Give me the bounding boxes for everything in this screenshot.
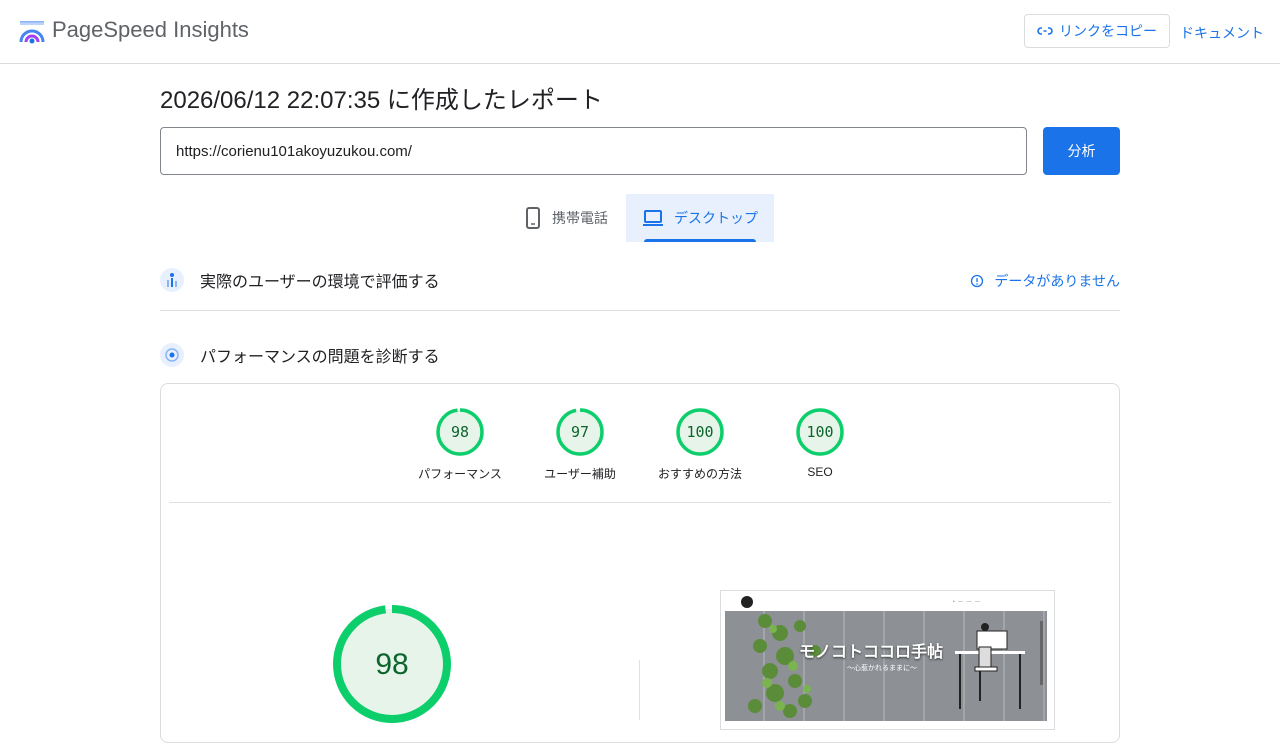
pagespeed-logo-icon[interactable] (18, 18, 46, 46)
no-data-link[interactable]: データがありません (970, 271, 1120, 291)
screenshot-header: • ― ― ― (721, 591, 1054, 611)
docs-link[interactable]: ドキュメント (1180, 23, 1264, 43)
score-gauge-best-practices[interactable]: 100 おすすめの方法 (640, 407, 760, 482)
screenshot-scrollbar (1040, 621, 1043, 685)
performance-main-gauge: 98 (333, 605, 451, 723)
score-value: 100 (686, 423, 713, 441)
card-divider (169, 502, 1111, 503)
score-gauge-performance[interactable]: 98 パフォーマンス (400, 407, 520, 482)
no-data-label: データがありません (994, 273, 1120, 289)
lighthouse-icon (160, 343, 184, 367)
score-value: 98 (451, 423, 469, 441)
copy-link-button[interactable]: リンクをコピー (1024, 14, 1170, 48)
tab-desktop-label: デスクトップ (674, 210, 758, 226)
screenshot-site-subtitle: 〜心惹かれるままに〜 (847, 665, 917, 672)
ivy-leaves-image (748, 614, 821, 718)
screenshot-logo-icon (741, 596, 753, 608)
score-label: パフォーマンス (418, 467, 502, 481)
desk-figure-illustration (955, 623, 1025, 709)
screenshot-nav: • ― ― ― (953, 599, 981, 605)
score-gauge-ring: 97 (556, 408, 604, 456)
brand-name: PageSpeed Insights (52, 17, 249, 42)
tab-desktop[interactable]: デスクトップ (626, 194, 774, 242)
screenshot-site-title: モノコトココロ手帖 (799, 642, 944, 661)
url-input[interactable] (160, 127, 1027, 175)
tab-mobile[interactable]: 携帯電話 (508, 194, 626, 242)
score-label: SEO (807, 465, 833, 479)
score-gauge-accessibility[interactable]: 97 ユーザー補助 (520, 407, 640, 482)
main-score-value: 98 (375, 648, 408, 681)
diagnostics-section: パフォーマンスの問題を診断する (160, 340, 1120, 370)
phone-icon (526, 207, 540, 229)
score-gauge-ring: 100 (676, 408, 724, 456)
score-value: 100 (806, 423, 833, 441)
top-bar: PageSpeed Insights リンクをコピー ドキュメント (0, 0, 1280, 64)
score-gauge-ring: 98 (436, 408, 484, 456)
score-value: 97 (571, 423, 589, 441)
tab-mobile-label: 携帯電話 (552, 210, 608, 226)
laptop-icon (643, 210, 663, 226)
field-data-title: 実際のユーザーの環境で評価する (200, 274, 440, 291)
user-experience-icon (160, 268, 184, 292)
section-divider (160, 310, 1120, 311)
vertical-divider (639, 660, 640, 720)
analyze-button[interactable]: 分析 (1043, 127, 1120, 175)
report-title: 2026/06/12 22:07:35 に作成したレポート (160, 87, 603, 114)
score-gauge-ring: 100 (796, 408, 844, 456)
diagnostics-title: パフォーマンスの問題を診断する (200, 349, 440, 366)
screenshot-hero: モノコトココロ手帖 〜心惹かれるままに〜 (725, 611, 1047, 721)
info-icon (971, 274, 984, 288)
score-label: ユーザー補助 (544, 467, 616, 481)
page-screenshot: • ― ― ― モノコトココロ手帖 〜心惹かれるままに〜 (720, 590, 1055, 730)
score-label: おすすめの方法 (657, 467, 742, 481)
score-gauge-seo[interactable]: 100 SEO (760, 407, 880, 479)
tab-selected-indicator (644, 239, 756, 242)
copy-link-label: リンクをコピー (1059, 23, 1157, 39)
field-data-section: 実際のユーザーの環境で評価する データがありません (160, 265, 1120, 295)
link-icon (1037, 27, 1053, 35)
